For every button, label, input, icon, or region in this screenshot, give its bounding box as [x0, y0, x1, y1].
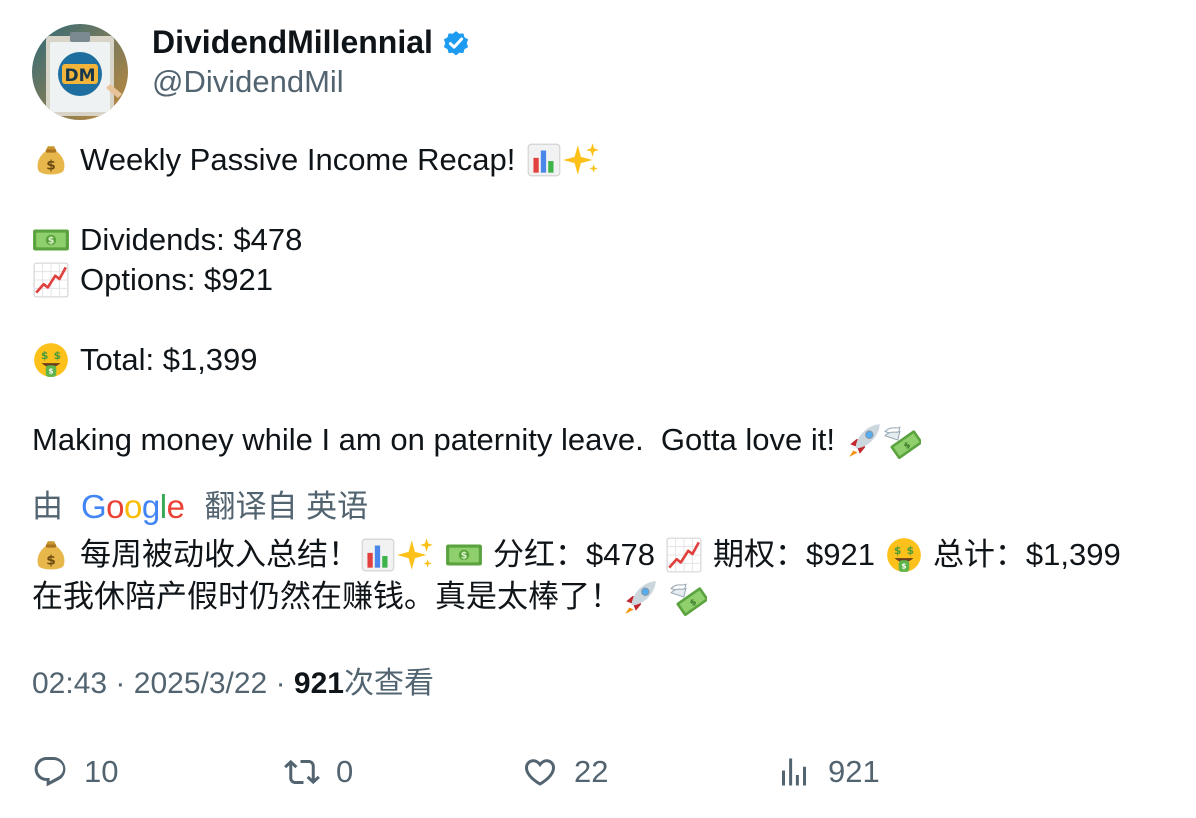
money-with-wings-icon	[883, 421, 921, 459]
tweet-line-paternity: Making money while I am on paternity lea…	[32, 420, 1172, 460]
retweet-icon	[284, 759, 320, 785]
translated-line-1: 每周被动收入总结！ 分红：$478 期权：$921 总计：$1,399	[32, 534, 1172, 576]
rocket-icon	[621, 578, 659, 616]
translated-by-label: 由	[32, 489, 63, 524]
views-action-count: 921	[828, 754, 880, 789]
meta-separator: ·	[115, 667, 126, 700]
banknote-icon	[32, 221, 70, 259]
translated-recap-text: 每周被动收入总结！	[80, 537, 359, 572]
heart-icon	[524, 759, 556, 786]
money-mouth-face-icon	[32, 341, 70, 379]
tweet-line-recap: Weekly Passive Income Recap!	[32, 140, 1172, 180]
translated-by-row: 由 Google 翻译自 英语	[32, 486, 368, 528]
reply-button[interactable]: 10	[32, 750, 118, 794]
tweet-paternity-text: Making money while I am on paternity lea…	[32, 422, 835, 457]
views-count: 921	[293, 667, 344, 700]
like-button[interactable]: 22	[522, 750, 608, 794]
author-display-name[interactable]: DividendMillennial	[152, 22, 433, 62]
translated-line-2: 在我休陪产假时仍然在赚钱。真是太棒了！	[32, 576, 1172, 618]
translated-paternity-text: 在我休陪产假时仍然在赚钱。真是太棒了！	[32, 579, 621, 614]
reply-count: 10	[84, 754, 119, 789]
avatar[interactable]: DM	[32, 24, 128, 120]
money-bag-icon	[32, 141, 70, 179]
money-mouth-face-icon	[885, 536, 923, 574]
tweet-options-text: Options: $921	[80, 262, 274, 297]
translated-total-text: 总计：$1,399	[932, 537, 1121, 572]
action-bar: 10 0 22 921	[32, 750, 1172, 794]
chart-increasing-icon	[665, 536, 703, 574]
tweet-line-dividends: Dividends: $478	[32, 220, 1172, 260]
avatar-image: DM	[32, 24, 128, 120]
google-logo[interactable]: Google	[81, 486, 185, 528]
views-label: 次查看	[343, 667, 434, 700]
retweet-count: 0	[336, 754, 354, 789]
sparkles-icon	[563, 141, 601, 179]
views-button[interactable]: 921	[776, 750, 880, 794]
translated-text: 每周被动收入总结！ 分红：$478 期权：$921 总计：$1,399 在我休陪产假时…	[32, 534, 1172, 618]
analytics-icon	[782, 758, 806, 786]
banknote-icon	[445, 536, 483, 574]
tweet-total-text: Total: $1,399	[80, 342, 258, 377]
translated-dividends-text: 分红：$478	[493, 537, 655, 572]
reply-icon	[34, 757, 66, 787]
retweet-button[interactable]: 0	[284, 750, 353, 794]
tweet-meta: 02:43 · 2025/3/22 · 921次查看	[32, 664, 434, 704]
translated-from-label[interactable]: 翻译自 英语	[204, 486, 368, 528]
tweet-dividends-text: Dividends: $478	[80, 222, 303, 257]
tweet-text: Weekly Passive Income Recap! Dividends: …	[32, 140, 1172, 460]
rocket-icon	[845, 421, 883, 459]
tweet-line-options: Options: $921	[32, 260, 1172, 300]
chart-increasing-icon	[32, 261, 70, 299]
tweet-time[interactable]: 02:43	[32, 667, 107, 700]
tweet-recap-text: Weekly Passive Income Recap!	[80, 142, 516, 177]
like-count: 22	[574, 754, 609, 789]
meta-separator: ·	[275, 667, 286, 700]
author-handle[interactable]: @DividendMil	[152, 62, 344, 102]
tweet-detail: DM DividendMillennial @DividendMil Weekl…	[0, 0, 1196, 818]
tweet-date[interactable]: 2025/3/22	[134, 667, 267, 700]
author-name-row[interactable]: DividendMillennial	[152, 22, 471, 62]
sparkles-icon	[397, 536, 435, 574]
bar-chart-icon	[359, 536, 397, 574]
bar-chart-icon	[525, 141, 563, 179]
avatar-monogram: DM	[64, 66, 95, 86]
translated-options-text: 期权：$921	[712, 537, 875, 572]
money-with-wings-icon	[669, 578, 707, 616]
tweet-line-total: Total: $1,399	[32, 340, 1172, 380]
money-bag-icon	[32, 536, 70, 574]
verified-badge-icon	[443, 31, 469, 56]
